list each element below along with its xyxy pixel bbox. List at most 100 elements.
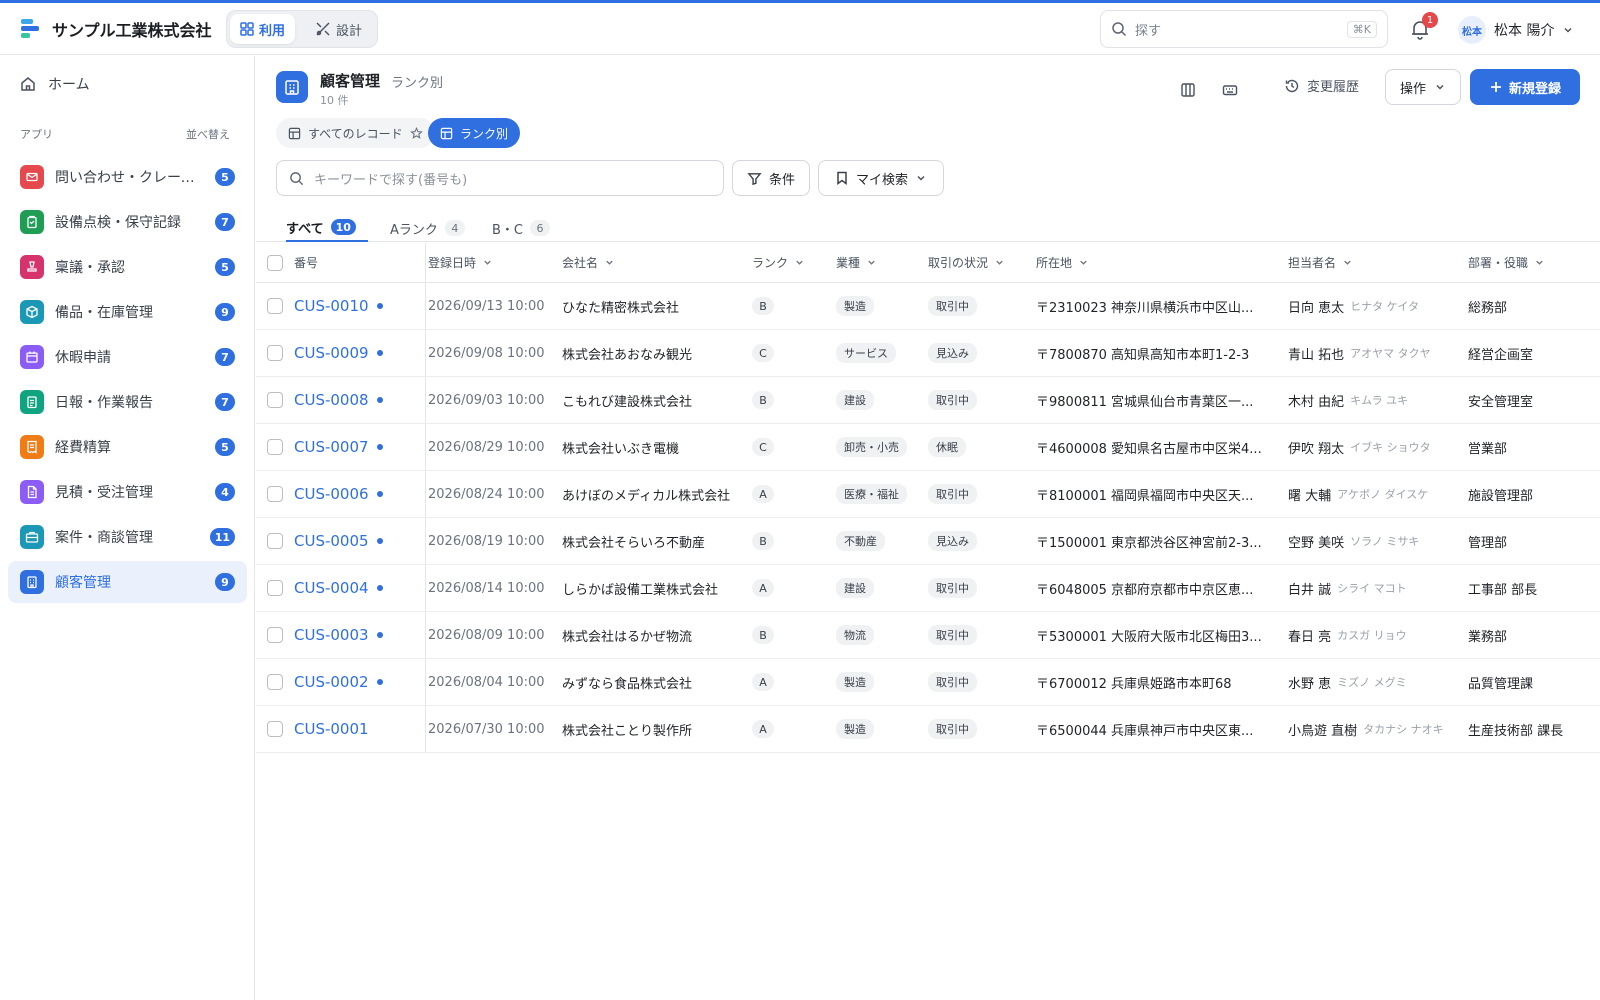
- tab-count: 6: [530, 220, 550, 236]
- table-row[interactable]: CUS-0004 2026/08/14 10:00 しらかば設備工業株式会社 A 建設 取…: [256, 565, 1600, 612]
- table-row[interactable]: CUS-0006 2026/08/24 10:00 あけぼのメディカル株式会社 A 医療…: [256, 471, 1600, 518]
- star-icon[interactable]: [409, 126, 423, 140]
- table-row[interactable]: CUS-0003 2026/08/09 10:00 株式会社はるかぜ物流 B 物流 取引中…: [256, 612, 1600, 659]
- user-menu[interactable]: 松本 松本 陽介: [1458, 16, 1574, 44]
- record-link[interactable]: CUS-0003: [294, 612, 420, 658]
- view-by-rank[interactable]: ランク別: [428, 118, 521, 148]
- mode-design-button[interactable]: 設計: [305, 14, 372, 44]
- sidebar-item-label: 経費精算: [55, 440, 111, 456]
- rank-cell: B: [752, 612, 830, 658]
- tab-b-c[interactable]: B・C 6: [492, 214, 550, 242]
- record-link[interactable]: CUS-0004: [294, 565, 420, 611]
- record-link[interactable]: CUS-0007: [294, 424, 420, 470]
- person-kana: ソラノ ミサキ: [1350, 535, 1420, 548]
- row-checkbox[interactable]: [267, 659, 283, 705]
- mode-use-button[interactable]: 利用: [230, 14, 296, 44]
- receipt-icon: [20, 435, 44, 459]
- row-checkbox[interactable]: [267, 518, 283, 564]
- company-name-cell: しらかば設備工業株式会社: [562, 582, 719, 598]
- rank-cell: C: [752, 424, 830, 470]
- address-cell: 〒9800811 宮城県仙台市青葉区一...: [1036, 377, 1276, 423]
- address-text: 〒6500044 兵庫県神戸市中央区東...: [1036, 723, 1254, 739]
- table-row[interactable]: CUS-0007 2026/08/29 10:00 株式会社いぶき電機 C 卸売・小売 休…: [256, 424, 1600, 471]
- record-link[interactable]: CUS-0009: [294, 330, 420, 376]
- registered-date: 2026/09/13 10:00: [428, 298, 545, 314]
- sidebar-item-app[interactable]: 日報・作業報告 7: [8, 381, 247, 423]
- person-kana: アケボノ ダイスケ: [1337, 488, 1429, 501]
- registered-date: 2026/07/30 10:00: [428, 721, 545, 737]
- row-checkbox[interactable]: [267, 424, 283, 470]
- column-header-label: 取引の状況: [928, 256, 989, 270]
- record-link[interactable]: CUS-0005: [294, 518, 420, 564]
- record-id: CUS-0008: [294, 391, 369, 409]
- tab-all[interactable]: すべて 10: [286, 214, 368, 242]
- row-checkbox[interactable]: [267, 283, 283, 329]
- person-name: 空野 美咲: [1288, 535, 1345, 551]
- record-link[interactable]: CUS-0010: [294, 283, 420, 329]
- columns-icon[interactable]: [1174, 76, 1202, 104]
- table-row[interactable]: CUS-0010 2026/09/13 10:00 ひなた精密株式会社 B 製造 取引中 〒…: [256, 283, 1600, 330]
- app-header: サンプル工業株式会社 利用 設計 探す ⌘K 1 松本 松本 陽介: [0, 3, 1600, 55]
- operations-button[interactable]: 操作: [1385, 69, 1461, 105]
- column-header[interactable]: 所在地: [1036, 243, 1089, 282]
- sidebar-item-app[interactable]: 案件・商談管理 11: [8, 516, 247, 558]
- table-row[interactable]: CUS-0008 2026/09/03 10:00 こもれび建設株式会社 B 建設 取引中…: [256, 377, 1600, 424]
- global-search-input[interactable]: 探す ⌘K: [1100, 10, 1388, 48]
- company-name-cell: ひなた精密株式会社: [562, 300, 680, 316]
- record-link[interactable]: CUS-0008: [294, 377, 420, 423]
- select-all-checkbox[interactable]: [267, 243, 283, 282]
- search-icon: [1112, 22, 1127, 37]
- registered-date: 2026/09/03 10:00: [428, 392, 545, 408]
- industry-cell: サービス: [836, 330, 922, 376]
- status-cell: 休眠: [928, 424, 1028, 470]
- new-record-button[interactable]: 新規登録: [1470, 69, 1580, 105]
- sidebar-item-app[interactable]: 設備点検・保守記録 7: [8, 201, 247, 243]
- record-link[interactable]: CUS-0006: [294, 471, 420, 517]
- sidebar-item-app[interactable]: 稟議・承認 5: [8, 246, 247, 288]
- column-header[interactable]: 担当者名: [1288, 243, 1353, 282]
- keyboard-icon[interactable]: [1216, 76, 1244, 104]
- table-row[interactable]: CUS-0002 2026/08/04 10:00 みずなら食品株式会社 A 製造 取引中…: [256, 659, 1600, 706]
- column-header[interactable]: 登録日時: [428, 243, 493, 282]
- row-checkbox[interactable]: [267, 471, 283, 517]
- row-checkbox[interactable]: [267, 565, 283, 611]
- sidebar-item-app[interactable]: 問い合わせ・クレーム管理 5: [8, 156, 247, 198]
- sidebar-item-app[interactable]: 休暇申請 7: [8, 336, 247, 378]
- chevron-down-icon: [917, 175, 925, 181]
- row-checkbox[interactable]: [267, 377, 283, 423]
- sidebar-item-count: 11: [209, 528, 235, 546]
- person-cell: 空野 美咲 ソラノ ミサキ: [1288, 518, 1464, 564]
- column-header[interactable]: 部署・役職: [1468, 243, 1545, 282]
- sidebar-item-app[interactable]: 備品・在庫管理 9: [8, 291, 247, 333]
- sidebar-item-app[interactable]: 顧客管理 9: [8, 561, 247, 603]
- app-logo-icon[interactable]: [19, 17, 41, 39]
- column-header[interactable]: ランク: [752, 243, 805, 282]
- my-search-button[interactable]: マイ検索: [818, 160, 944, 196]
- column-header[interactable]: 番号: [294, 243, 318, 282]
- sidebar-item-home[interactable]: ホーム: [20, 74, 90, 94]
- row-checkbox[interactable]: [267, 612, 283, 658]
- column-header[interactable]: 会社名: [562, 243, 615, 282]
- sidebar-item-label: 顧客管理: [55, 575, 111, 591]
- record-link[interactable]: CUS-0001: [294, 706, 420, 752]
- view-all-records[interactable]: すべてのレコード: [276, 118, 435, 148]
- record-link[interactable]: CUS-0002: [294, 659, 420, 705]
- table-row[interactable]: CUS-0009 2026/09/08 10:00 株式会社あおなみ観光 C サービス 見…: [256, 330, 1600, 377]
- sidebar-item-app[interactable]: 見積・受注管理 4: [8, 471, 247, 513]
- tab-a-rank[interactable]: Aランク 4: [390, 214, 465, 242]
- column-header[interactable]: 取引の状況: [928, 243, 1005, 282]
- record-id: CUS-0003: [294, 626, 369, 644]
- row-checkbox[interactable]: [267, 330, 283, 376]
- row-checkbox[interactable]: [267, 706, 283, 752]
- company-name-cell: 株式会社ことり製作所: [562, 723, 693, 739]
- filter-condition-button[interactable]: 条件: [732, 160, 810, 196]
- column-header[interactable]: 業種: [836, 243, 877, 282]
- table-row[interactable]: CUS-0001 2026/07/30 10:00 株式会社ことり製作所 A 製造 取引中…: [256, 706, 1600, 753]
- sort-button[interactable]: 並べ替え: [186, 126, 230, 142]
- status-badge: 見込み: [928, 343, 977, 363]
- keyword-search-input[interactable]: キーワードで探す(番号も): [276, 160, 724, 196]
- sidebar-item-app[interactable]: 経費精算 5: [8, 426, 247, 468]
- table-row[interactable]: CUS-0005 2026/08/19 10:00 株式会社そらいろ不動産 B 不動産 見…: [256, 518, 1600, 565]
- person-cell: 木村 由紀 キムラ ユキ: [1288, 377, 1464, 423]
- change-history-button[interactable]: 変更履歴: [1284, 76, 1359, 95]
